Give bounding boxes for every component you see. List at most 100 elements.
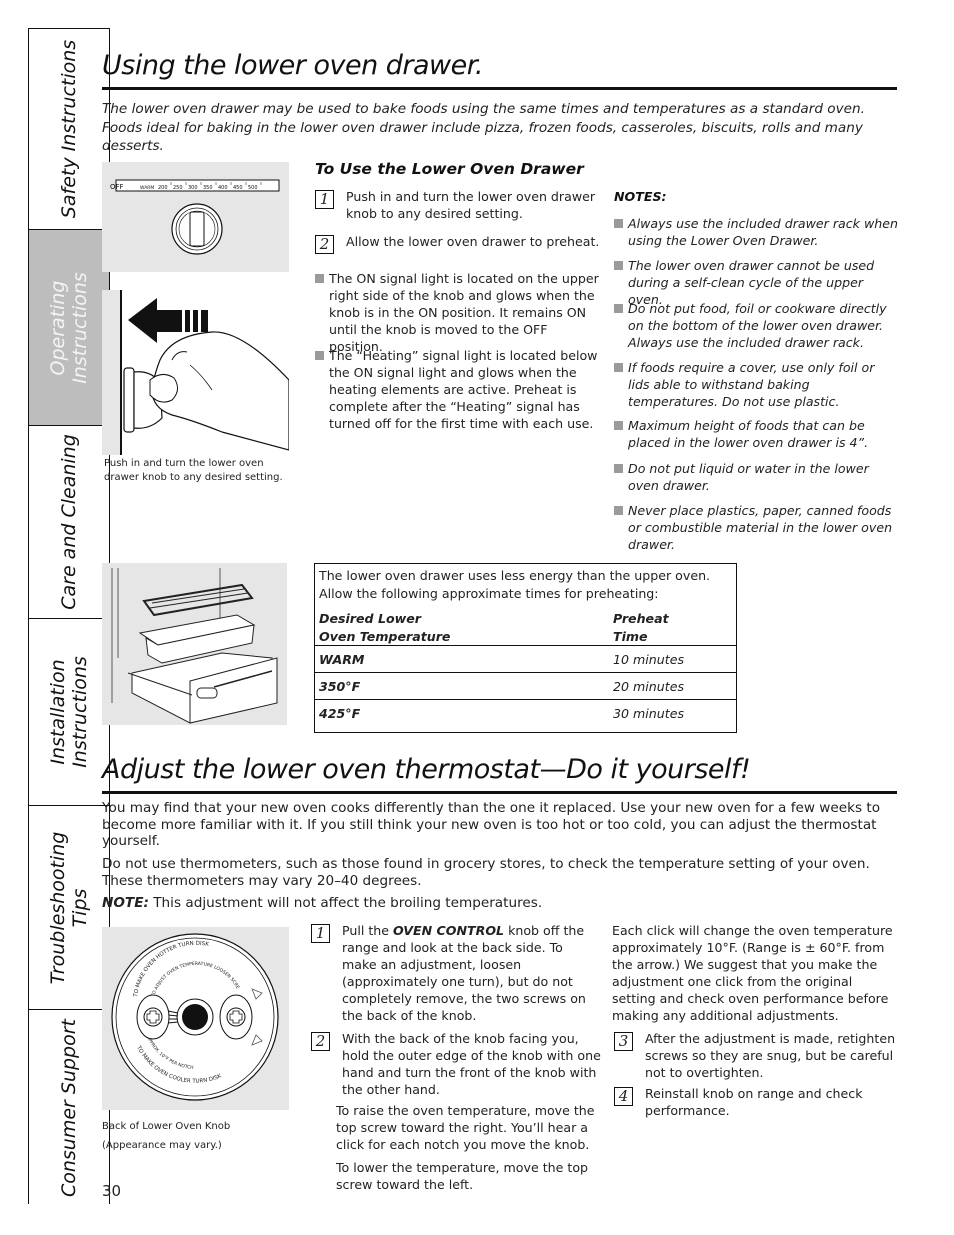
tab-label: Installation Instructions (47, 656, 91, 768)
adjust-step-3: 3 After the adjustment is made, retighte… (614, 1030, 899, 1081)
adjust-step-2: 2 With the back of the knob facing you, … (311, 1030, 601, 1098)
bullet-text: The “Heating” signal light is located be… (329, 348, 598, 431)
bullet-square-icon (614, 219, 623, 228)
dial-temp-label: 300 (188, 185, 198, 191)
note-text: This adjustment will not affect the broi… (148, 895, 543, 911)
step-number-box: 4 (614, 1087, 633, 1106)
bullet-text: The ON signal light is located on the up… (329, 271, 599, 354)
adjust-step-4: 4 Reinstall knob on range and check perf… (614, 1085, 899, 1119)
adjust-paragraph-1: You may find that your new oven cooks di… (102, 800, 881, 849)
tab-label: Safety Instructions (58, 39, 80, 219)
bullet-square-icon (614, 421, 623, 430)
knob-back-drawing: TO MAKE OVEN HOTTER TURN DISK TO ADJUST … (100, 923, 279, 1101)
intro-paragraph: The lower oven drawer may be used to bak… (102, 101, 865, 154)
table-row: 425°F 30 minutes (315, 700, 736, 727)
note-text: If foods require a cover, use only foil … (628, 360, 875, 409)
step-text: Push in and turn the lower oven drawer k… (346, 189, 596, 221)
adjust-step-1: 1 Pull the OVEN CONTROL knob off the ran… (311, 922, 601, 1024)
adjust-paragraph-2: Do not use thermometers, such as those f… (102, 856, 870, 889)
bullet-square-icon (315, 274, 324, 283)
tab-label: Troubleshooting Tips (47, 831, 91, 984)
tab-consumer-support[interactable]: Consumer Support (29, 1010, 109, 1205)
drawer-drawing (111, 568, 278, 724)
drawer-rack-illustration (102, 563, 287, 725)
section-tabs-sidebar: Safety Instructions Operating Instructio… (28, 28, 110, 1205)
tab-installation-instructions[interactable]: Installation Instructions (29, 619, 109, 806)
note-label: NOTE: (102, 895, 149, 911)
note-text: Always use the included drawer rack when… (628, 216, 898, 248)
note-text: Do not put food, foil or cookware direct… (628, 301, 887, 350)
section-title-lower-oven-drawer: Using the lower oven drawer. (102, 50, 483, 81)
dial-warm-label: WARM (140, 185, 154, 191)
bullet-square-icon (614, 304, 623, 313)
note-item: Do not put liquid or water in the lower … (614, 460, 899, 494)
notes-heading: NOTES: (614, 189, 667, 204)
step-2: 2 Allow the lower oven drawer to preheat… (315, 233, 600, 254)
to-use-subheading: To Use the Lower Oven Drawer (315, 160, 584, 178)
dial-temp-label: 500 (248, 185, 258, 191)
info-bullet-heating-signal: The “Heating” signal light is located be… (315, 347, 600, 432)
note-item: Never place plastics, paper, canned food… (614, 502, 899, 553)
table-header-row: Desired Lower Oven Temperature Preheat T… (315, 602, 736, 646)
table-row: 350°F 20 minutes (315, 673, 736, 700)
bullet-square-icon (614, 363, 623, 372)
dial-temp-label: 450 (233, 185, 243, 191)
tab-care-and-cleaning[interactable]: Care and Cleaning (29, 426, 109, 619)
hand-illustration-caption: Push in and turn the lower oven drawer k… (104, 458, 283, 483)
note-text: Maximum height of foods that can be plac… (628, 418, 869, 450)
bullet-square-icon (315, 351, 324, 360)
step-number-box: 1 (315, 190, 334, 209)
tab-label: Care and Cleaning (58, 434, 80, 610)
dial-off-label: OFF (110, 183, 124, 191)
step-number-box: 2 (311, 1032, 330, 1051)
tab-safety-instructions[interactable]: Safety Instructions (29, 29, 109, 230)
knob-dial-illustration: OFF WARM 200 250 300 350 400 450 500 (102, 162, 289, 272)
step-text: With the back of the knob facing you, ho… (342, 1031, 601, 1097)
tab-operating-instructions[interactable]: Operating Instructions (29, 230, 109, 426)
bullet-square-icon (614, 261, 623, 270)
row-time: 20 minutes (613, 679, 685, 694)
knob-caption-note: (Appearance may vary.) (102, 1140, 222, 1151)
tab-label: Consumer Support (58, 1018, 80, 1197)
knob-dial-drawing: OFF WARM 200 250 300 350 400 450 500 (110, 179, 280, 255)
dial-temp-label: 400 (218, 185, 228, 191)
step-text: Allow the lower oven drawer to preheat. (346, 234, 600, 249)
row-time: 30 minutes (613, 706, 685, 721)
hand-knob-illustration (102, 290, 290, 455)
step-number-box: 3 (614, 1032, 633, 1051)
knob-caption-title: Back of Lower Oven Knob (102, 1121, 231, 1132)
step-1: 1 Push in and turn the lower oven drawer… (315, 188, 600, 222)
row-temperature: 350°F (319, 679, 361, 694)
title-rule (102, 791, 897, 794)
dial-temp-label: 350 (203, 185, 213, 191)
row-temperature: 425°F (319, 706, 361, 721)
adjust-note: NOTE: This adjustment will not affect th… (102, 895, 892, 912)
raise-temperature-text: To raise the oven temperature, move the … (336, 1103, 595, 1152)
note-item: Maximum height of foods that can be plac… (614, 417, 899, 451)
tab-label: Operating Instructions (47, 271, 91, 384)
step-number-box: 2 (315, 235, 334, 254)
page-number: 30 (102, 1182, 122, 1200)
section-title-adjust-thermostat: Adjust the lower oven thermostat—Do it y… (102, 754, 751, 785)
note-text: Never place plastics, paper, canned food… (628, 503, 893, 552)
preheat-times-table: The lower oven drawer uses less energy t… (314, 563, 737, 733)
title-rule (102, 87, 897, 90)
tab-troubleshooting-tips[interactable]: Troubleshooting Tips (29, 806, 109, 1010)
note-text: Do not put liquid or water in the lower … (628, 461, 869, 493)
note-item: If foods require a cover, use only foil … (614, 359, 899, 410)
step-text: Reinstall knob on range and check perfor… (645, 1086, 863, 1118)
knob-back-illustration: TO MAKE OVEN HOTTER TURN DISK TO ADJUST … (100, 923, 289, 1110)
header-temperature: Desired Lower Oven Temperature (319, 611, 451, 644)
step-number-box: 1 (311, 924, 330, 943)
note-item: Do not put food, foil or cookware direct… (614, 300, 899, 351)
header-preheat-time: Preheat Time (613, 611, 669, 644)
dial-temp-label: 200 (158, 185, 168, 191)
row-time: 10 minutes (613, 652, 685, 667)
lower-temperature-text: To lower the temperature, move the top s… (336, 1160, 589, 1192)
bullet-square-icon (614, 506, 623, 515)
table-lead-text: The lower oven drawer uses less energy t… (319, 568, 711, 601)
note-item: Always use the included drawer rack when… (614, 215, 899, 249)
step-text: After the adjustment is made, retighten … (645, 1031, 896, 1080)
dial-temp-label: 250 (173, 185, 183, 191)
bullet-square-icon (614, 464, 623, 473)
